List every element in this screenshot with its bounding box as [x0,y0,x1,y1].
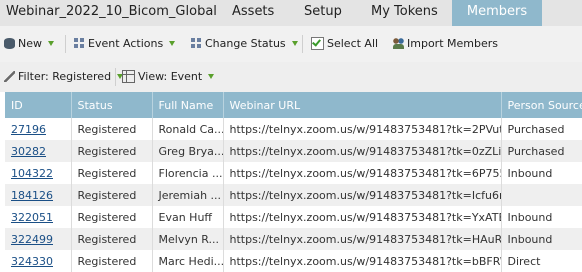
member-id-link[interactable]: 324330 [11,255,53,268]
full-name-cell: Greg Brya... [152,140,224,162]
webinar-url-cell: https://telnyx.zoom.us/w/91483753481?tk=… [223,162,502,184]
chevron-down-icon [208,74,215,79]
member-id-link[interactable]: 322051 [11,211,53,224]
view-icon [122,70,135,83]
new-button[interactable]: New [4,37,54,50]
person-source-cell: Inbound [501,228,582,250]
filter-label: Filter: Registered [18,70,112,83]
divider [302,35,303,53]
tab-bar: Webinar_2022_10_Bicom_Global Assets Setu… [0,0,582,26]
column-header-id[interactable]: ID [5,92,72,118]
table-row[interactable]: 322499 Registered Melvyn R... https://te… [5,228,582,250]
grid-icon [74,38,85,49]
webinar-url-cell: https://telnyx.zoom.us/w/91483753481?tk=… [223,228,502,250]
full-name-cell: Marc Hedi... [152,250,224,272]
webinar-url-cell: https://telnyx.zoom.us/w/91483753481?tk=… [223,118,502,140]
person-source-cell: Purchased [501,118,582,140]
members-table: ID Status Full Name Webinar URL Person S… [5,92,582,272]
import-members-button[interactable]: Import Members [393,37,498,50]
status-cell: Registered [71,162,153,184]
new-button-label: New [18,37,42,50]
status-cell: Registered [71,118,153,140]
change-status-button[interactable]: Change Status [191,37,298,50]
change-status-label: Change Status [205,37,286,50]
person-source-cell: Direct [501,250,582,272]
checkbox-icon [311,37,324,50]
tab-setup[interactable]: Setup [304,0,349,26]
member-id-link[interactable]: 30282 [11,145,46,158]
member-id-link[interactable]: 27196 [11,123,46,136]
full-name-cell: Jeremiah ... [152,184,224,206]
table-row[interactable]: 27196 Registered Ronald Ca... https://te… [5,118,582,140]
full-name-cell: Ronald Ca... [152,118,224,140]
status-cell: Registered [71,228,153,250]
people-icon [393,38,404,49]
column-header-webinar-url[interactable]: Webinar URL [223,92,502,118]
grid-icon [191,38,202,49]
status-cell: Registered [71,140,153,162]
status-cell: Registered [71,250,153,272]
divider [65,35,66,53]
member-id-link[interactable]: 104322 [11,167,53,180]
person-source-cell: Inbound [501,162,582,184]
table-row[interactable]: 322051 Registered Evan Huff https://teln… [5,206,582,228]
column-header-person-source[interactable]: Person Source [501,92,582,118]
full-name-cell: Evan Huff [152,206,224,228]
webinar-url-cell: https://telnyx.zoom.us/w/91483753481?tk=… [223,140,502,162]
tab-program[interactable]: Webinar_2022_10_Bicom_Global [6,0,217,26]
member-id-link[interactable]: 322499 [11,233,53,246]
person-source-cell: Purchased [501,140,582,162]
chevron-down-icon [169,41,176,46]
table-row[interactable]: 30282 Registered Greg Brya... https://te… [5,140,582,162]
table-row[interactable]: 104322 Registered Florencia ... https://… [5,162,582,184]
filter-icon [4,71,15,82]
chevron-down-icon [291,41,298,46]
import-members-label: Import Members [407,37,498,50]
select-all-button[interactable]: Select All [311,37,378,50]
full-name-cell: Florencia ... [152,162,224,184]
status-cell: Registered [71,206,153,228]
person-source-cell: Inbound [501,206,582,228]
filter-bar: Filter: Registered View: Event [0,62,582,92]
filter-dropdown[interactable]: Filter: Registered [4,70,124,83]
event-actions-button[interactable]: Event Actions [74,37,176,50]
column-header-status[interactable]: Status [71,92,153,118]
chevron-down-icon [48,41,54,46]
divider [115,68,116,86]
view-dropdown[interactable]: View: Event [122,70,215,83]
action-toolbar: New Event Actions Change Status Select A… [0,26,582,63]
webinar-url-cell: https://telnyx.zoom.us/w/91483753481?tk=… [223,184,502,206]
status-cell: Registered [71,184,153,206]
event-actions-label: Event Actions [88,37,164,50]
person-source-cell [501,184,582,206]
webinar-url-cell: https://telnyx.zoom.us/w/91483753481?tk=… [223,206,502,228]
table-row[interactable]: 324330 Registered Marc Hedi... https://t… [5,250,582,272]
tab-assets[interactable]: Assets [232,0,282,26]
view-label: View: Event [138,70,203,83]
select-all-label: Select All [327,37,379,50]
column-header-full-name[interactable]: Full Name [152,92,224,118]
webinar-url-cell: https://telnyx.zoom.us/w/91483753481?tk=… [223,250,502,272]
tab-members[interactable]: Members [452,0,542,26]
tab-my-tokens[interactable]: My Tokens [371,0,441,26]
member-id-link[interactable]: 184126 [11,189,53,202]
table-header-row: ID Status Full Name Webinar URL Person S… [5,92,582,118]
table-row[interactable]: 184126 Registered Jeremiah ... https://t… [5,184,582,206]
full-name-cell: Melvyn R... [152,228,224,250]
database-icon [4,38,15,49]
